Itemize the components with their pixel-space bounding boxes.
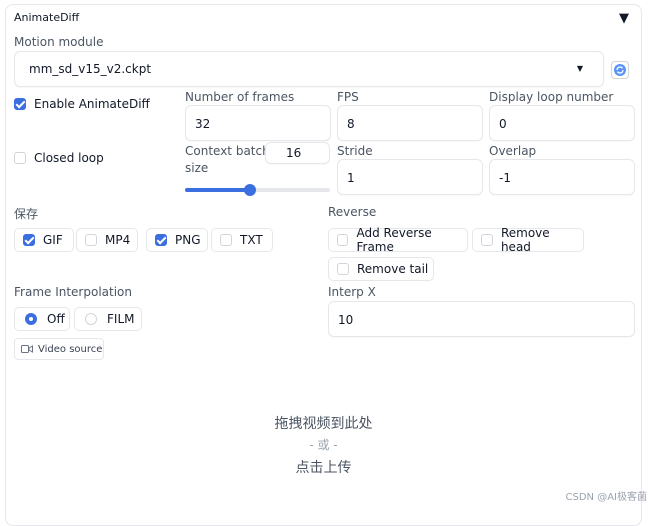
reverse-option-remove-head[interactable]: Remove head — [472, 226, 584, 254]
save-option-txt[interactable]: TXT — [211, 228, 273, 252]
num-frames-label: Number of frames — [185, 90, 295, 104]
option-label: PNG — [175, 233, 201, 247]
checkbox-icon — [220, 234, 232, 246]
reverse-label: Reverse — [328, 205, 377, 219]
dropzone-click-text: 点击上传 — [295, 460, 352, 476]
refresh-icon — [614, 64, 626, 76]
checkbox-icon — [481, 234, 493, 246]
loop-number-input[interactable]: 0 — [489, 105, 635, 141]
video-source-tab[interactable]: Video source — [14, 338, 104, 360]
context-batch-label: Context batch — [185, 144, 270, 158]
accordion-toggle-icon[interactable]: ▼ — [619, 11, 629, 26]
context-batch-number-input[interactable]: 16 — [265, 142, 330, 164]
overlap-value: -1 — [499, 171, 511, 185]
save-option-png[interactable]: PNG — [146, 228, 208, 252]
stride-label: Stride — [337, 144, 373, 158]
chevron-down-icon: ▼ — [576, 64, 583, 73]
reverse-option-remove-tail[interactable]: Remove tail — [328, 257, 434, 281]
reverse-option-add-reverse-frame[interactable]: Add Reverse Frame — [328, 226, 468, 254]
animatediff-panel: AnimateDiff ▼ Motion module mm_sd_v15_v2… — [5, 4, 642, 526]
option-label: Add Reverse Frame — [356, 226, 432, 254]
slider-fill — [185, 188, 251, 192]
video-source-label: Video source — [38, 343, 103, 355]
context-batch-label-size: size — [185, 161, 209, 175]
accordion-title: AnimateDiff — [14, 11, 80, 24]
motion-module-value: mm_sd_v15_v2.ckpt — [29, 62, 152, 76]
checkbox-icon — [14, 152, 26, 164]
refresh-button[interactable] — [611, 61, 629, 79]
interpolation-option-off[interactable]: Off — [14, 307, 70, 331]
stride-value: 1 — [347, 171, 355, 185]
radio-icon — [25, 313, 37, 325]
option-label: Remove head — [500, 226, 550, 254]
option-label: Remove tail — [357, 262, 429, 276]
radio-icon — [85, 313, 97, 325]
num-frames-value: 32 — [195, 117, 211, 131]
video-dropzone[interactable]: 拖拽视频到此处 - 或 - 点击上传 — [6, 363, 641, 523]
interp-x-value: 10 — [338, 313, 354, 327]
interpolation-option-film[interactable]: FILM — [74, 307, 142, 331]
overlap-input[interactable]: -1 — [489, 159, 635, 195]
fps-input[interactable]: 8 — [337, 105, 483, 141]
checkbox-icon — [85, 234, 97, 246]
overlap-label: Overlap — [489, 144, 537, 158]
enable-animatediff-checkbox[interactable]: Enable AnimateDiff — [14, 97, 150, 111]
checkbox-icon — [337, 263, 349, 275]
dropzone-or-text: - 或 - — [309, 438, 338, 452]
closed-loop-checkbox[interactable]: Closed loop — [14, 151, 104, 165]
video-camera-icon — [21, 345, 33, 353]
save-label: 保存 — [14, 207, 39, 221]
context-batch-value: 16 — [286, 146, 302, 160]
dropzone-drag-text: 拖拽视频到此处 — [274, 416, 373, 432]
save-option-mp4[interactable]: MP4 — [76, 228, 138, 252]
watermark: CSDN @AI极客菌 — [565, 492, 647, 503]
slider-thumb[interactable] — [244, 184, 257, 196]
option-label: TXT — [240, 233, 263, 247]
checkbox-icon — [337, 234, 349, 246]
option-label: FILM — [107, 312, 135, 326]
checkbox-icon — [155, 234, 167, 246]
loop-number-value: 0 — [499, 117, 507, 131]
stride-input[interactable]: 1 — [337, 159, 483, 195]
closed-loop-label: Closed loop — [34, 151, 104, 165]
option-label: MP4 — [105, 233, 131, 247]
enable-animatediff-label: Enable AnimateDiff — [34, 97, 150, 111]
motion-module-label: Motion module — [14, 35, 104, 49]
fps-value: 8 — [347, 117, 355, 131]
interp-x-input[interactable]: 10 — [328, 301, 635, 337]
option-label: GIF — [43, 233, 63, 247]
checkbox-icon — [14, 98, 26, 110]
interp-x-label: Interp X — [328, 285, 376, 299]
save-option-gif[interactable]: GIF — [14, 228, 74, 252]
loop-number-label: Display loop number — [489, 90, 614, 104]
frame-interpolation-label: Frame Interpolation — [14, 285, 133, 299]
option-label: Off — [47, 312, 65, 326]
fps-label: FPS — [337, 90, 359, 104]
checkbox-icon — [23, 234, 35, 246]
motion-module-dropdown[interactable]: mm_sd_v15_v2.ckpt ▼ — [14, 51, 604, 87]
num-frames-input[interactable]: 32 — [185, 105, 331, 141]
